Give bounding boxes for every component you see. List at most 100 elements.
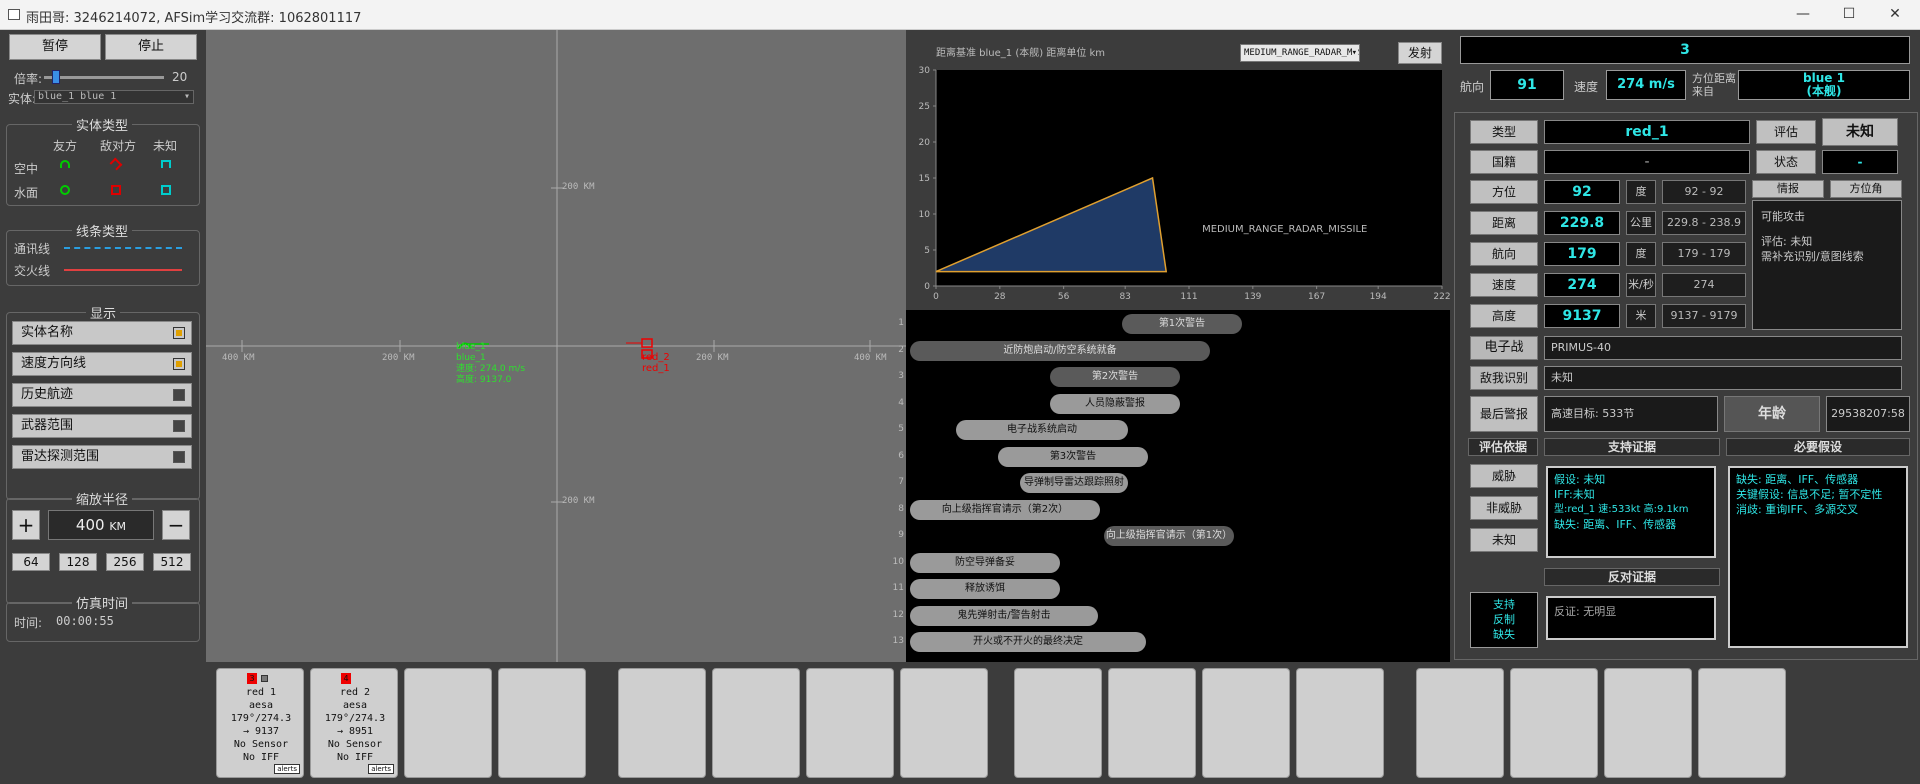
unknown-air-icon	[161, 160, 171, 168]
checkbox-icon	[173, 389, 185, 401]
timeline-event-bar[interactable]: 防空导弹备妥	[910, 552, 1060, 573]
toggle-radar-range[interactable]: 雷达探测范围	[12, 445, 192, 469]
support-line: 缺失: 距离、IFF、传感器	[1554, 518, 1677, 531]
empty-entity-slot[interactable]	[806, 668, 894, 778]
eval-value: 未知	[1822, 118, 1898, 146]
comm-line-label: 通讯线	[14, 242, 51, 256]
tab-intel[interactable]: 情报	[1752, 180, 1824, 198]
zoom-preset-512[interactable]: 512	[153, 553, 191, 571]
minimize-button[interactable]: —	[1780, 0, 1826, 30]
col-hostile: 敌对方	[100, 139, 137, 153]
weapon-select-value: MEDIUM_RANGE_RADAR_MIS	[1244, 48, 1360, 58]
event-timeline: 1 第1次警告 2 近防炮启动/防空系统就备 3 第2次警告 4 人员隐蔽警报 5 电子战系统启动…	[893, 310, 1450, 662]
tactical-map[interactable]: 400 KM 200 KM 200 KM 400 KM 200 KM 200 K…	[206, 30, 906, 662]
counter-side-line: 反制	[1493, 613, 1515, 626]
zoom-preset-256[interactable]: 256	[106, 553, 144, 571]
card-sensor-status: No Sensor	[233, 739, 289, 750]
rate-slider-handle[interactable]	[52, 70, 60, 84]
rate-label: 倍率:	[14, 72, 43, 86]
empty-entity-slot[interactable]	[1510, 668, 1598, 778]
empty-entity-slot[interactable]	[1698, 668, 1786, 778]
assume-line: 关键假设: 信息不足; 暂不定性	[1736, 488, 1883, 501]
timeline-event-bar[interactable]: 电子战系统启动	[956, 420, 1128, 440]
row-surface: 水面	[14, 186, 39, 200]
missile-envelope-chart: 0 5 10 15 20 25 30 0 28 56 83 111 139 167 194 222 MEDIUM…	[919, 66, 1450, 302]
timeline-event-bar[interactable]: 释放诱饵	[910, 579, 1060, 599]
timeline-event-bar[interactable]: 鬼先弹射击/警告射击	[910, 605, 1098, 626]
empty-entity-slot[interactable]	[1202, 668, 1290, 778]
timeline-event-bar[interactable]: 向上级指挥官请示（第2次）	[910, 499, 1100, 520]
timeline-event-bar[interactable]: 向上级指挥官请示（第1次）	[1104, 526, 1234, 546]
checkbox-icon	[173, 327, 185, 339]
blue-entity-label[interactable]: blue_1 blue_1 速度: 274.0 m/s 高度: 9137.0	[456, 342, 525, 386]
age-label: 年龄	[1724, 396, 1820, 432]
type-value: red_1	[1544, 120, 1750, 144]
empty-entity-slot[interactable]	[1108, 668, 1196, 778]
basis-threat-button[interactable]: 威胁	[1470, 464, 1538, 488]
red-entity-labels[interactable]: red_2 red_1	[642, 352, 670, 374]
zoom-radius-value: 400	[75, 516, 105, 534]
entity-card-red-1[interactable]: 3 red 1 aesa 179°/274.3 → 9137 No Sensor…	[216, 668, 304, 778]
empty-entity-slot[interactable]	[1604, 668, 1692, 778]
toggle-weapon-range[interactable]: 武器范围	[12, 414, 192, 438]
age-value: 29538207:58	[1826, 396, 1910, 432]
type-label: 类型	[1470, 120, 1538, 144]
basis-unknown-button[interactable]: 未知	[1470, 528, 1538, 552]
zoom-preset-64[interactable]: 64	[12, 553, 50, 571]
support-line: 型:red_1 速:533kt 高:9.1km	[1554, 504, 1689, 515]
x-tick-label: 111	[1180, 292, 1197, 302]
empty-entity-slot[interactable]	[1296, 668, 1384, 778]
kin-unit: 米/秒	[1626, 273, 1656, 297]
pause-button[interactable]: 暂停	[9, 34, 101, 60]
close-button[interactable]: ✕	[1872, 0, 1918, 30]
friendly-surface-icon	[60, 185, 70, 195]
tab-bearing[interactable]: 方位角	[1830, 180, 1902, 198]
card-course-speed: 179°/274.3	[230, 713, 292, 724]
x-tick-label: 83	[1119, 292, 1130, 302]
timeline-event-bar[interactable]: 开火或不开火的最终决定	[910, 632, 1146, 652]
empty-entity-slot[interactable]	[404, 668, 492, 778]
basis-nonthreat-button[interactable]: 非威胁	[1470, 496, 1538, 520]
fire-button[interactable]: 发射	[1398, 42, 1442, 64]
empty-entity-slot[interactable]	[1416, 668, 1504, 778]
kin-label: 方位	[1470, 180, 1538, 204]
zoom-preset-128[interactable]: 128	[59, 553, 97, 571]
kin-range: 92 - 92	[1662, 180, 1746, 204]
card-alerts-button[interactable]: alerts	[368, 764, 394, 774]
toggle-entity-name[interactable]: 实体名称	[12, 321, 192, 345]
kin-unit: 公里	[1626, 211, 1656, 235]
entity-select[interactable]: blue_1 blue 1 ▾	[34, 90, 194, 104]
empty-entity-slot[interactable]	[1014, 668, 1102, 778]
timeline-event-bar[interactable]: 第1次警告	[1122, 314, 1242, 334]
timeline-event-bar[interactable]: 近防炮启动/防空系统就备	[910, 340, 1210, 361]
ew-label: 电子战	[1470, 336, 1538, 360]
empty-entity-slot[interactable]	[618, 668, 706, 778]
timeline-row-number: 12	[892, 609, 904, 620]
state-value: -	[1822, 150, 1898, 174]
blue-label-line: blue_1	[456, 342, 486, 352]
card-alerts-button[interactable]: alerts	[274, 764, 300, 774]
counter-side-line: 缺失	[1493, 628, 1515, 641]
ref-value: blue 1 (本舰)	[1738, 70, 1910, 100]
toggle-history-track[interactable]: 历史航迹	[12, 383, 192, 407]
empty-entity-slot[interactable]	[712, 668, 800, 778]
iff-label: 敌我识别	[1470, 366, 1538, 390]
zoom-out-button[interactable]: −	[162, 510, 190, 540]
timeline-event-bar[interactable]: 人员隐蔽警报	[1050, 393, 1180, 414]
toggle-speed-line[interactable]: 速度方向线	[12, 352, 192, 376]
weapon-select[interactable]: MEDIUM_RANGE_RADAR_MIS ▾	[1240, 44, 1360, 62]
y-tick-label: 10	[919, 210, 931, 220]
stop-button[interactable]: 停止	[105, 34, 197, 60]
timeline-event-bar[interactable]: 导弹制导雷达跟踪照射	[1020, 473, 1128, 493]
y-tick-label: 30	[919, 66, 931, 76]
timeline-event-bar[interactable]: 第3次警告	[998, 446, 1148, 467]
empty-entity-slot[interactable]	[900, 668, 988, 778]
timeline-row-number: 9	[898, 530, 904, 540]
timeline-event-bar[interactable]: 第2次警告	[1050, 367, 1180, 387]
maximize-button[interactable]: ☐	[1826, 0, 1872, 30]
rate-slider-track[interactable]	[44, 76, 164, 79]
empty-entity-slot[interactable]	[498, 668, 586, 778]
zoom-in-button[interactable]: +	[12, 510, 40, 540]
entity-card-red-2[interactable]: 4 red 2 aesa 179°/274.3 → 8951 No Sensor…	[310, 668, 398, 778]
zoom-radius-input[interactable]: 400 KM	[48, 510, 154, 540]
